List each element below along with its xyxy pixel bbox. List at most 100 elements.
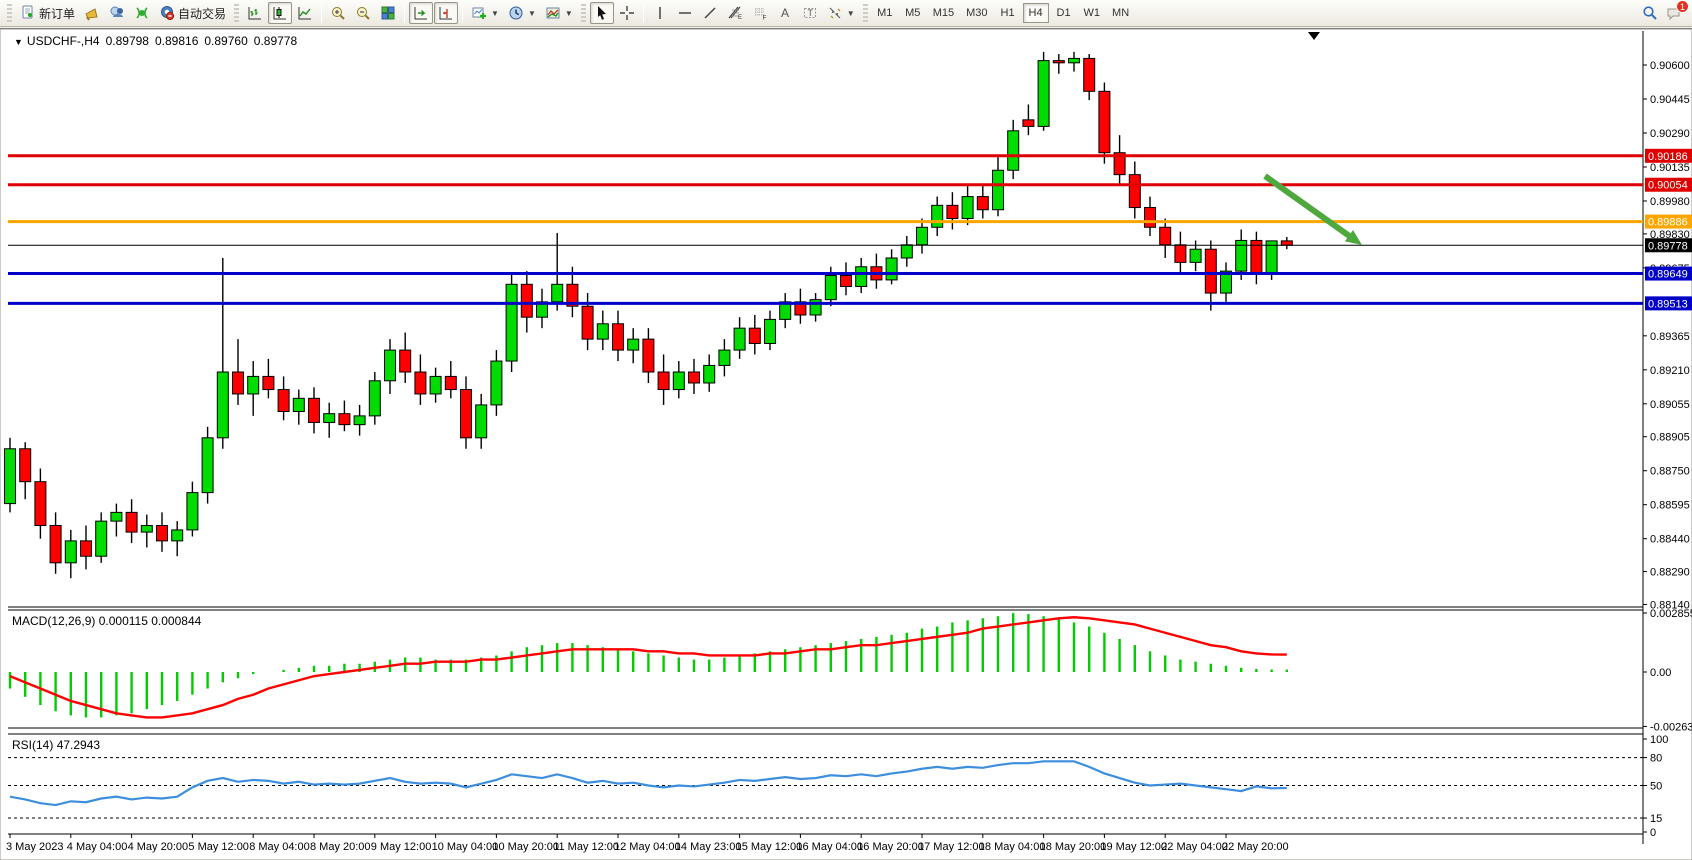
vertical-line-button[interactable]: [648, 2, 672, 24]
toolbar-grip[interactable]: [863, 4, 868, 22]
price-line-tag: 0.89649: [1645, 267, 1692, 281]
candle-body: [248, 376, 259, 394]
svg-text:0.90290: 0.90290: [1650, 128, 1690, 140]
chart-window: 0.906000.904450.902900.901350.899800.898…: [0, 28, 1692, 859]
svg-text:100: 100: [1650, 734, 1668, 746]
toolbar-separator: [643, 3, 644, 23]
grid-button[interactable]: F: [748, 2, 772, 24]
candle-body: [126, 512, 137, 532]
candle-body: [445, 376, 456, 389]
timeframe-m5[interactable]: M5: [900, 3, 926, 23]
candle-body: [1099, 91, 1110, 152]
ohlc-toggle-icon[interactable]: ▼: [14, 37, 23, 47]
svg-text:16 May 20:00: 16 May 20:00: [857, 841, 924, 853]
price-line-tag: 0.90186: [1645, 149, 1692, 163]
candle-body: [278, 390, 289, 412]
svg-text:T: T: [807, 8, 813, 18]
timeframe-d1[interactable]: D1: [1051, 3, 1077, 23]
grid-icon: F: [752, 5, 768, 21]
crosshair-button[interactable]: [615, 2, 639, 24]
candlestick-button[interactable]: [268, 2, 292, 24]
text-button[interactable]: A: [773, 2, 797, 24]
periods-button[interactable]: ▼: [504, 2, 540, 24]
market-watch-icon: [109, 5, 125, 21]
shapes-button[interactable]: ▼: [823, 2, 859, 24]
candle-body: [734, 328, 745, 350]
svg-text:0.89513: 0.89513: [1648, 298, 1688, 310]
search-icon[interactable]: [1642, 5, 1658, 21]
fibonacci-button[interactable]: E: [723, 2, 747, 24]
svg-text:22 May 20:00: 22 May 20:00: [1222, 841, 1289, 853]
svg-text:80: 80: [1650, 753, 1662, 765]
svg-text:0.88440: 0.88440: [1650, 534, 1690, 546]
crosshair-icon: [619, 5, 635, 21]
candle-body: [1038, 61, 1049, 127]
current-price-tag: 0.89778: [1645, 238, 1692, 252]
chart-shift-button[interactable]: [434, 2, 458, 24]
candle-body: [324, 414, 335, 423]
svg-text:0.89886: 0.89886: [1648, 217, 1688, 229]
toolbar-grip[interactable]: [7, 4, 12, 22]
candle-body: [506, 284, 517, 361]
new-order-label: 新订单: [39, 5, 75, 22]
candle-body: [582, 306, 593, 339]
timeframe-h1[interactable]: H1: [995, 3, 1021, 23]
line-chart-button[interactable]: [293, 2, 317, 24]
candle-body: [96, 521, 107, 556]
megaphone-button[interactable]: [80, 2, 104, 24]
auto-scroll-button[interactable]: [409, 2, 433, 24]
timeframe-m1[interactable]: M1: [872, 3, 898, 23]
templates-button[interactable]: ▼: [541, 2, 577, 24]
chart-shift-icon: [438, 5, 454, 21]
macd-indicator-label: MACD(12,26,9) 0.000115 0.000844: [12, 614, 201, 628]
bar-chart-button[interactable]: [243, 2, 267, 24]
new-order-button[interactable]: 新订单: [16, 2, 79, 24]
candle-body: [157, 526, 168, 541]
timeframe-bar: M1M5M15M30H1H4D1W1MN: [872, 3, 1134, 23]
ohlc-close: 0.89778: [254, 34, 297, 48]
market-watch-button[interactable]: [105, 2, 129, 24]
indicators-button[interactable]: ▼: [467, 2, 503, 24]
label-button[interactable]: T: [798, 2, 822, 24]
toolbar-separator: [462, 3, 463, 23]
candle-body: [917, 227, 928, 245]
candle-body: [1053, 61, 1064, 63]
svg-text:5 May 12:00: 5 May 12:00: [188, 841, 249, 853]
tile-windows-button[interactable]: [376, 2, 400, 24]
ohlc-high: 0.89816: [155, 34, 198, 48]
svg-text:0.89980: 0.89980: [1650, 196, 1690, 208]
candle-body: [339, 414, 350, 425]
candle-body: [385, 350, 396, 381]
svg-text:-0.002634: -0.002634: [1650, 721, 1692, 733]
signal-button[interactable]: [130, 2, 154, 24]
svg-text:15 May 12:00: 15 May 12:00: [736, 841, 803, 853]
candle-body: [977, 197, 988, 210]
candle-body: [552, 284, 563, 302]
timeframe-mn[interactable]: MN: [1107, 3, 1134, 23]
timeframe-h4[interactable]: H4: [1023, 3, 1049, 23]
toolbar-grip[interactable]: [234, 4, 239, 22]
label-icon: T: [802, 5, 818, 21]
candle-body: [643, 339, 654, 372]
candle-body: [476, 405, 487, 438]
candle-body: [765, 319, 776, 343]
ohlc-open: 0.89798: [106, 34, 149, 48]
zoom-out-button[interactable]: [351, 2, 375, 24]
svg-text:0.88290: 0.88290: [1650, 567, 1690, 579]
fibonacci-icon: E: [727, 5, 743, 21]
horizontal-line-button[interactable]: [673, 2, 697, 24]
cursor-button[interactable]: [590, 2, 614, 24]
timeframe-m30[interactable]: M30: [961, 3, 992, 23]
chart-canvas[interactable]: 0.906000.904450.902900.901350.899800.898…: [0, 29, 1692, 860]
candle-body: [1084, 58, 1095, 91]
zoom-in-button[interactable]: [326, 2, 350, 24]
notification-button[interactable]: 1: [1666, 5, 1682, 21]
candle-body: [415, 372, 426, 394]
new-order-icon: [20, 5, 36, 21]
timeframe-w1[interactable]: W1: [1079, 3, 1106, 23]
trendline-button[interactable]: [698, 2, 722, 24]
toolbar-grip[interactable]: [581, 4, 586, 22]
auto-trading-button[interactable]: 自动交易: [155, 2, 230, 24]
horizontal-line-icon: [677, 5, 693, 21]
timeframe-m15[interactable]: M15: [928, 3, 959, 23]
